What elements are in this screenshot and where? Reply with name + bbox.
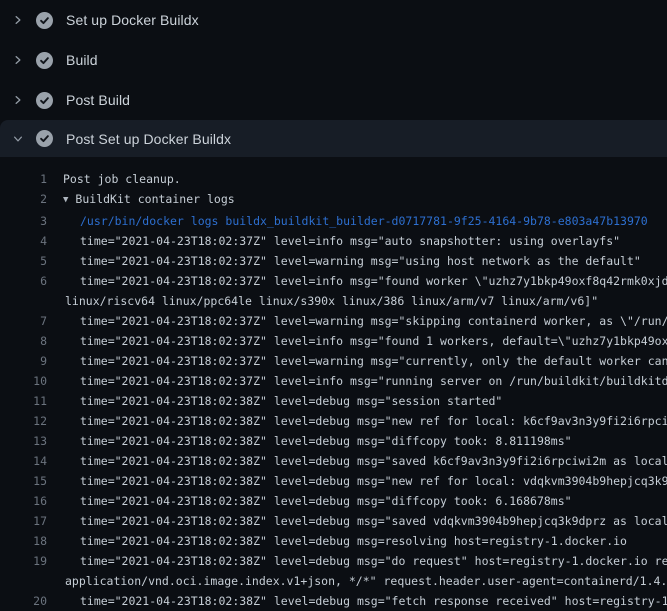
log-text: time="2021-04-23T18:02:37Z" level=info m… bbox=[47, 331, 667, 351]
log-text: time="2021-04-23T18:02:38Z" level=debug … bbox=[47, 511, 667, 531]
line-number[interactable]: 18 bbox=[0, 531, 47, 551]
log-lines: 1Post job cleanup.2 ▼ BuildKit container l… bbox=[0, 169, 667, 611]
log-text: time="2021-04-23T18:02:38Z" level=debug … bbox=[47, 391, 502, 411]
step-title: Post Set up Docker Buildx bbox=[66, 131, 231, 147]
workflow-log-page: { "steps": [ { "label": "Set up Docker B… bbox=[0, 0, 667, 600]
log-line: 16time="2021-04-23T18:02:38Z" level=debu… bbox=[0, 491, 667, 511]
chevron-right-icon bbox=[11, 92, 25, 108]
log-line: 17time="2021-04-23T18:02:38Z" level=debu… bbox=[0, 511, 667, 531]
log-text: time="2021-04-23T18:02:37Z" level=warnin… bbox=[47, 311, 667, 331]
log-line: 7time="2021-04-23T18:02:37Z" level=warni… bbox=[0, 311, 667, 331]
step-title: Build bbox=[66, 52, 98, 68]
log-text: time="2021-04-23T18:02:37Z" level=warnin… bbox=[47, 351, 667, 371]
log-line: 12time="2021-04-23T18:02:38Z" level=debu… bbox=[0, 411, 667, 431]
line-number[interactable]: 1 bbox=[0, 169, 47, 189]
line-number[interactable]: 2 bbox=[0, 189, 47, 211]
log-line: 19time="2021-04-23T18:02:38Z" level=debu… bbox=[0, 551, 667, 571]
step-row-post-build[interactable]: Post Build bbox=[0, 80, 667, 120]
log-line: 3/usr/bin/docker logs buildx_buildkit_bu… bbox=[0, 211, 667, 231]
log-text: time="2021-04-23T18:02:38Z" level=debug … bbox=[47, 471, 667, 491]
log-text: time="2021-04-23T18:02:38Z" level=debug … bbox=[47, 551, 667, 571]
log-line: 4time="2021-04-23T18:02:37Z" level=info … bbox=[0, 231, 667, 251]
log-line: 9time="2021-04-23T18:02:37Z" level=warni… bbox=[0, 351, 667, 371]
line-number[interactable]: 10 bbox=[0, 371, 47, 391]
line-number[interactable]: 7 bbox=[0, 311, 47, 331]
log-text: time="2021-04-23T18:02:38Z" level=debug … bbox=[47, 451, 667, 471]
line-number bbox=[0, 291, 47, 311]
line-number[interactable]: 8 bbox=[0, 331, 47, 351]
line-number[interactable]: 16 bbox=[0, 491, 47, 511]
step-row-setup-docker-buildx[interactable]: Set up Docker Buildx bbox=[0, 0, 667, 40]
log-text: time="2021-04-23T18:02:38Z" level=debug … bbox=[47, 531, 627, 551]
log-text: time="2021-04-23T18:02:38Z" level=debug … bbox=[47, 431, 572, 451]
log-text: ▼ BuildKit container logs bbox=[47, 189, 235, 211]
log-group-title: BuildKit container logs bbox=[75, 192, 234, 206]
log-text: time="2021-04-23T18:02:37Z" level=info m… bbox=[47, 271, 667, 291]
log-line: 18time="2021-04-23T18:02:38Z" level=debu… bbox=[0, 531, 667, 551]
line-number[interactable]: 19 bbox=[0, 551, 47, 571]
chevron-down-icon bbox=[11, 131, 25, 147]
log-text: time="2021-04-23T18:02:38Z" level=debug … bbox=[47, 591, 667, 611]
step-list: Set up Docker Buildx Build Post Build Po… bbox=[0, 0, 667, 157]
check-circle-icon bbox=[36, 12, 53, 29]
log-line: 15time="2021-04-23T18:02:38Z" level=debu… bbox=[0, 471, 667, 491]
chevron-right-icon bbox=[11, 52, 25, 68]
line-number[interactable]: 6 bbox=[0, 271, 47, 291]
log-line: 1Post job cleanup. bbox=[0, 169, 667, 189]
line-number[interactable]: 17 bbox=[0, 511, 47, 531]
log-text: application/vnd.oci.image.index.v1+json,… bbox=[47, 571, 667, 591]
log-line: 11time="2021-04-23T18:02:38Z" level=debu… bbox=[0, 391, 667, 411]
log-line: 20time="2021-04-23T18:02:38Z" level=debu… bbox=[0, 591, 667, 611]
line-number[interactable]: 4 bbox=[0, 231, 47, 251]
log-line: 8time="2021-04-23T18:02:37Z" level=info … bbox=[0, 331, 667, 351]
line-number[interactable]: 15 bbox=[0, 471, 47, 491]
step-row-post-setup-docker-buildx[interactable]: Post Set up Docker Buildx bbox=[0, 120, 667, 157]
log-text: linux/riscv64 linux/ppc64le linux/s390x … bbox=[47, 291, 598, 311]
line-number[interactable]: 20 bbox=[0, 591, 47, 611]
log-command-text: /usr/bin/docker logs buildx_buildkit_bui… bbox=[47, 211, 648, 231]
step-title: Set up Docker Buildx bbox=[66, 12, 199, 28]
chevron-right-icon bbox=[11, 12, 25, 28]
line-number[interactable]: 5 bbox=[0, 251, 47, 271]
log-line: 6time="2021-04-23T18:02:37Z" level=info … bbox=[0, 271, 667, 291]
log-line: 14time="2021-04-23T18:02:38Z" level=debu… bbox=[0, 451, 667, 471]
log-line: 13time="2021-04-23T18:02:38Z" level=debu… bbox=[0, 431, 667, 451]
log-text: time="2021-04-23T18:02:37Z" level=warnin… bbox=[47, 251, 641, 271]
check-circle-icon bbox=[36, 130, 53, 147]
line-number[interactable]: 11 bbox=[0, 391, 47, 411]
step-title: Post Build bbox=[66, 92, 130, 108]
log-line: 10time="2021-04-23T18:02:37Z" level=info… bbox=[0, 371, 667, 391]
line-number[interactable]: 3 bbox=[0, 211, 47, 231]
log-line: 5time="2021-04-23T18:02:37Z" level=warni… bbox=[0, 251, 667, 271]
line-number[interactable]: 14 bbox=[0, 451, 47, 471]
log-text: time="2021-04-23T18:02:37Z" level=info m… bbox=[47, 231, 620, 251]
log-text: Post job cleanup. bbox=[47, 169, 181, 189]
line-number bbox=[0, 571, 47, 591]
step-row-build[interactable]: Build bbox=[0, 40, 667, 80]
line-number[interactable]: 12 bbox=[0, 411, 47, 431]
log-viewer: 1Post job cleanup.2 ▼ BuildKit container l… bbox=[0, 157, 667, 611]
check-circle-icon bbox=[36, 92, 53, 109]
line-number[interactable]: 13 bbox=[0, 431, 47, 451]
log-group-toggle-icon[interactable]: ▼ bbox=[63, 190, 68, 210]
log-text: time="2021-04-23T18:02:38Z" level=debug … bbox=[47, 411, 667, 431]
log-text: time="2021-04-23T18:02:37Z" level=info m… bbox=[47, 371, 667, 391]
check-circle-icon bbox=[36, 52, 53, 69]
log-line: application/vnd.oci.image.index.v1+json,… bbox=[0, 571, 667, 591]
log-line: linux/riscv64 linux/ppc64le linux/s390x … bbox=[0, 291, 667, 311]
log-group-header[interactable]: 2 ▼ BuildKit container logs bbox=[0, 189, 667, 211]
log-text: time="2021-04-23T18:02:38Z" level=debug … bbox=[47, 491, 572, 511]
line-number[interactable]: 9 bbox=[0, 351, 47, 371]
